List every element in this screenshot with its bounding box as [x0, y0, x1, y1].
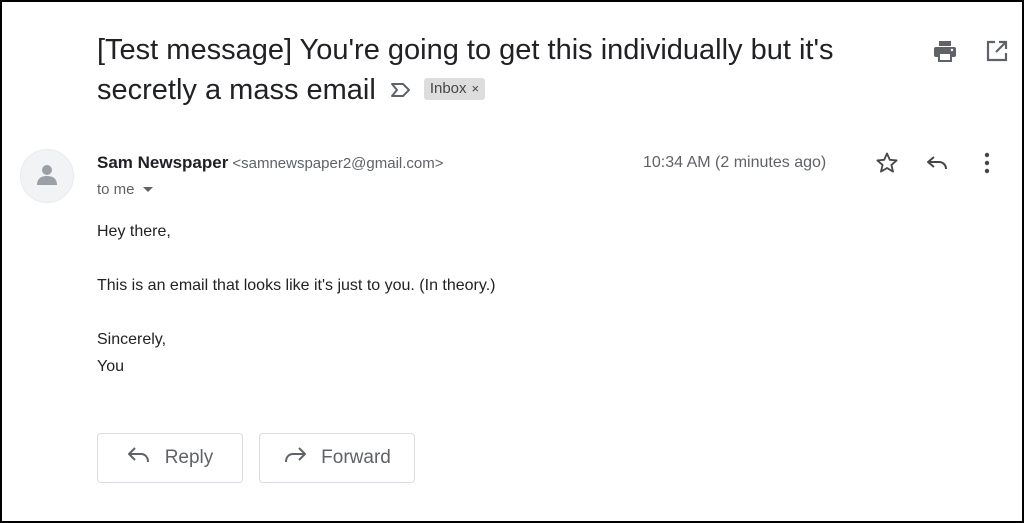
- sender-name[interactable]: Sam Newspaper: [97, 153, 228, 172]
- message-actions: [874, 150, 1000, 176]
- reply-icon: [127, 445, 151, 471]
- body-greeting: Hey there,: [97, 223, 171, 240]
- email-timestamp: 10:34 AM (2 minutes ago): [643, 154, 827, 171]
- top-toolbar: [932, 38, 1010, 64]
- recipient-text: to me: [97, 181, 135, 198]
- sender-info: Sam Newspaper <samnewspaper2@gmail.com>: [97, 152, 444, 175]
- reply-icon[interactable]: [924, 150, 950, 176]
- print-icon[interactable]: [932, 38, 958, 64]
- open-in-new-window-icon[interactable]: [984, 38, 1010, 64]
- sender-email: <samnewspaper2@gmail.com>: [232, 155, 444, 172]
- forward-button-label: Forward: [321, 447, 391, 468]
- inbox-label-text: Inbox: [429, 80, 467, 98]
- body-closing: Sincerely,: [97, 331, 167, 348]
- star-icon[interactable]: [874, 150, 900, 176]
- recipient-details-toggle[interactable]: to me: [97, 181, 153, 198]
- avatar[interactable]: [20, 149, 74, 203]
- email-subject: [Test message] You're going to get this …: [97, 30, 917, 110]
- inbox-label-chip: Inbox ×: [423, 78, 486, 101]
- email-body: Hey there, This is an email that looks l…: [97, 218, 495, 380]
- forward-button[interactable]: Forward: [259, 433, 415, 483]
- forward-icon: [283, 445, 307, 471]
- reply-button[interactable]: Reply: [97, 433, 243, 483]
- reply-button-label: Reply: [164, 447, 214, 468]
- person-icon: [34, 161, 60, 192]
- remove-label-button[interactable]: ×: [472, 69, 480, 109]
- important-marker-icon[interactable]: [390, 69, 412, 109]
- chevron-down-icon: [142, 187, 153, 192]
- email-view: [Test message] You're going to get this …: [0, 0, 1024, 523]
- body-line: This is an email that looks like it's ju…: [97, 277, 496, 294]
- more-vertical-icon[interactable]: [974, 150, 1000, 176]
- body-signature: You: [97, 358, 124, 375]
